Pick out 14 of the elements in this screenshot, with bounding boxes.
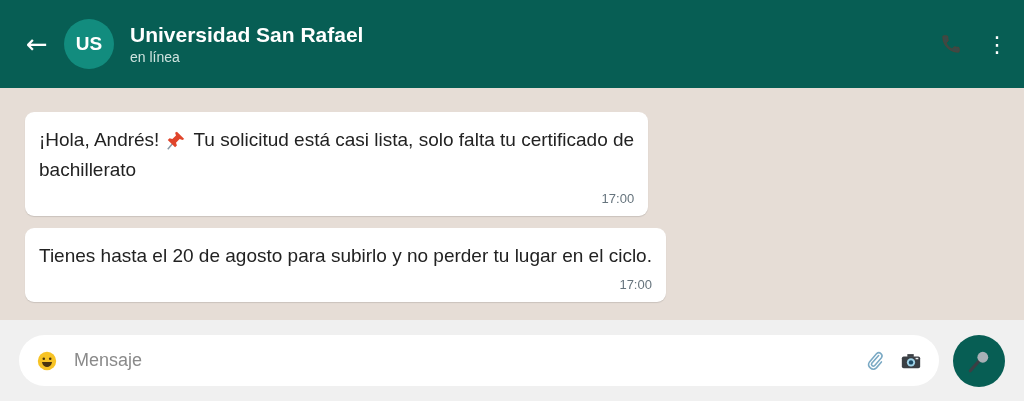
back-button[interactable]: ← bbox=[22, 29, 52, 59]
microphone-button[interactable] bbox=[953, 334, 1005, 387]
message-text: Tienes hasta el 20 de agosto para subirlo y no perder tu lugar en el ciclo. bbox=[39, 244, 652, 268]
message-time: 17:00 bbox=[619, 277, 652, 292]
message-text: ¡Hola, Andrés! bbox=[39, 128, 160, 152]
message-text: Tu solicitud está casi lista, solo falta tu certificado de bbox=[193, 128, 635, 152]
contact-name: Universidad San Rafael bbox=[130, 22, 364, 48]
contact-status: en línea bbox=[130, 48, 180, 66]
menu-button[interactable]: ⋮ bbox=[986, 31, 1002, 57]
avatar: US bbox=[64, 19, 114, 69]
smiley-icon[interactable] bbox=[36, 349, 58, 372]
message-text: bachillerato bbox=[39, 158, 137, 182]
message-field[interactable]: Mensaje bbox=[19, 335, 939, 386]
message-time: 17:00 bbox=[601, 191, 635, 206]
